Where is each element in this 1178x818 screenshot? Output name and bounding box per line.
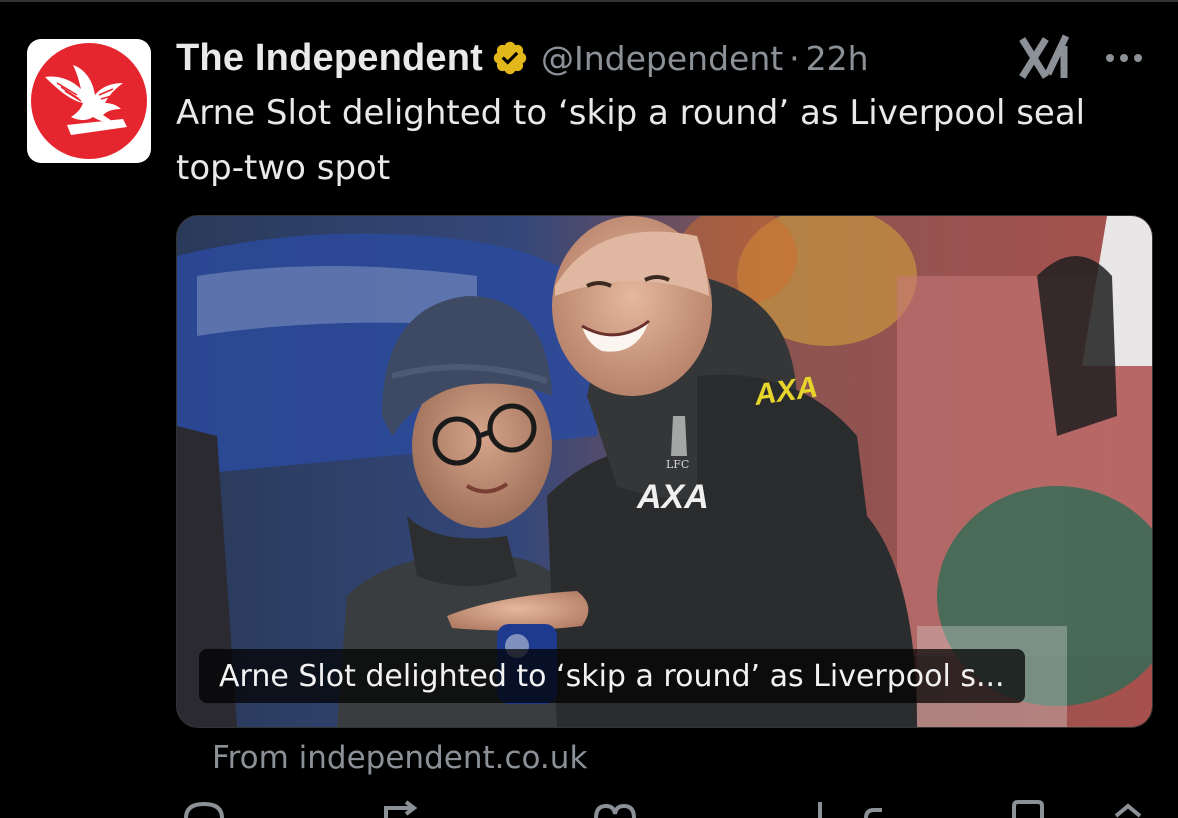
more-options-icon[interactable] <box>1102 44 1148 72</box>
jacket-sponsor-logo: AXA <box>636 478 709 516</box>
tweet-header: The Independent @Independent · 22h <box>176 34 869 82</box>
views-count-icon <box>864 808 882 818</box>
link-card[interactable]: LFC AXA AXA Arne Slot delighted to ‘skip… <box>176 215 1153 728</box>
share-icon[interactable] <box>1108 800 1148 818</box>
separator-dot: · <box>789 38 800 78</box>
views-icon[interactable] <box>800 800 840 818</box>
avatar[interactable] <box>27 39 151 163</box>
reply-icon[interactable] <box>180 800 230 818</box>
repost-icon[interactable] <box>378 800 428 818</box>
card-title-overlay: Arne Slot delighted to ‘skip a round’ as… <box>199 649 1025 703</box>
eagle-logo-icon <box>45 65 127 135</box>
timestamp[interactable]: 22h <box>806 39 869 78</box>
author-name[interactable]: The Independent <box>176 37 483 80</box>
author-handle[interactable]: @Independent <box>541 39 783 78</box>
card-source[interactable]: From independent.co.uk <box>212 740 587 776</box>
verified-badge-icon[interactable] <box>491 39 529 77</box>
grok-icon[interactable] <box>1018 32 1076 84</box>
action-bar <box>0 800 1178 818</box>
like-icon[interactable] <box>590 800 640 818</box>
crest-text: LFC <box>666 458 689 471</box>
tweet-text: Arne Slot delighted to ‘skip a round’ as… <box>176 93 1086 188</box>
bookmark-icon[interactable] <box>1008 800 1048 818</box>
top-divider <box>0 0 1178 2</box>
